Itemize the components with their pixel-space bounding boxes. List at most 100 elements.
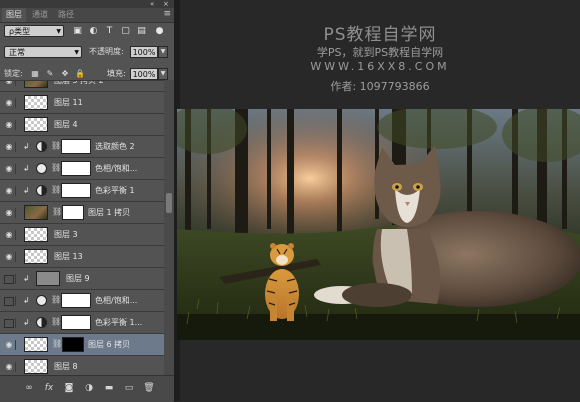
visibility-hidden-icon[interactable] [3, 274, 16, 284]
layer-thumbnail[interactable] [24, 337, 48, 352]
layer-thumbnail[interactable] [24, 117, 48, 132]
shape-filter-icon[interactable]: ▢ [120, 26, 131, 37]
scrollbar-thumb[interactable] [166, 193, 172, 213]
layer-name[interactable]: 图层 13 [54, 251, 83, 262]
layer-thumbnail[interactable] [24, 227, 48, 242]
mask-link-icon[interactable]: ⛓ [51, 295, 61, 304]
layer-row[interactable]: ◉ ⛓ 图层 6 拷贝 [0, 334, 164, 356]
lock-transparent-icon[interactable]: ▦ [30, 69, 40, 79]
layer-name[interactable]: 色相/饱和... [95, 295, 137, 306]
visibility-eye-icon[interactable]: ◉ [3, 142, 16, 152]
visibility-eye-icon[interactable]: ◉ [3, 340, 16, 350]
layer-row[interactable]: ↲ ⛓ 色彩平衡 1... [0, 312, 164, 334]
layer-row[interactable]: ◉ 图层 4 [0, 114, 164, 136]
visibility-eye-icon[interactable]: ◉ [3, 120, 16, 130]
layer-row[interactable]: ◉ 图层 5 拷贝 2 [0, 81, 164, 92]
collapse-icon[interactable]: « [150, 0, 154, 8]
smart-object-filter-icon[interactable]: ▤ [136, 26, 147, 37]
layer-thumbnail[interactable] [24, 81, 48, 88]
visibility-eye-icon[interactable]: ◉ [3, 252, 16, 262]
filter-toggle-icon[interactable]: ● [154, 26, 165, 37]
layer-name[interactable]: 图层 8 [54, 361, 78, 372]
lock-position-icon[interactable]: ✥ [60, 69, 70, 79]
layer-row[interactable]: ◉ ↲ ⛓ 色相/饱和... [0, 158, 164, 180]
layer-name[interactable]: 图层 4 [54, 119, 78, 130]
visibility-eye-icon[interactable]: ◉ [3, 186, 16, 196]
layer-name[interactable]: 色彩平衡 1 [95, 185, 135, 196]
layer-row[interactable]: ◉ ↲ ⛓ 色彩平衡 1 [0, 180, 164, 202]
layer-name[interactable]: 选取颜色 2 [95, 141, 135, 152]
mask-link-icon[interactable]: ⛓ [51, 317, 61, 326]
layer-mask-thumbnail[interactable] [62, 205, 84, 220]
add-mask-icon[interactable]: ◙ [62, 382, 76, 394]
panel-bottom-toolbar: ∞ fx ◙ ◑ ▬ ▭ 🗑 [0, 375, 174, 402]
pixel-filter-icon[interactable]: ▣ [72, 26, 83, 37]
layer-name[interactable]: 色相/饱和... [95, 163, 137, 174]
panel-menu-icon[interactable]: ≡ [163, 9, 171, 19]
layer-thumbnail[interactable] [24, 249, 48, 264]
layer-row[interactable]: ◉ 图层 8 [0, 356, 164, 376]
mask-link-icon[interactable]: ⛓ [51, 185, 61, 194]
layer-name[interactable]: 图层 11 [54, 97, 83, 108]
opacity-slider-button[interactable]: ▼ [158, 46, 168, 58]
tab-channels[interactable]: 通道 [28, 8, 52, 22]
layer-thumbnail[interactable] [36, 271, 60, 286]
visibility-eye-icon[interactable]: ◉ [3, 208, 16, 218]
layer-name[interactable]: 图层 3 [54, 229, 78, 240]
layer-row[interactable]: ◉ ⛓ 图层 1 拷贝 [0, 202, 164, 224]
adjustment-filter-icon[interactable]: ◐ [88, 26, 99, 37]
lock-all-icon[interactable]: 🔒 [75, 69, 85, 79]
layer-thumbnail[interactable] [24, 205, 48, 220]
layer-name[interactable]: 色彩平衡 1... [95, 317, 142, 328]
adjustment-layer-icon[interactable]: ◑ [82, 382, 96, 394]
layer-name[interactable]: 图层 6 拷贝 [88, 339, 130, 350]
layer-list: ◉ 图层 5 拷贝 2 ◉ 图层 11 ◉ 图层 4 ◉ ↲ ⛓ 选取颜色 2 ◉ ↲ ⛓ 色相/饱和..… [0, 80, 164, 376]
mask-link-icon[interactable]: ⛓ [51, 163, 61, 172]
layer-thumbnail[interactable] [24, 95, 48, 110]
layer-mask-thumbnail[interactable] [61, 315, 91, 330]
type-filter-icon[interactable]: T [104, 26, 115, 37]
clipping-arrow-icon: ↲ [23, 164, 30, 173]
tab-layers[interactable]: 图层 [2, 8, 26, 22]
new-layer-icon[interactable]: ▭ [122, 382, 136, 394]
layer-row[interactable]: ◉ 图层 11 [0, 92, 164, 114]
layer-mask-thumbnail[interactable] [61, 161, 91, 176]
layer-row[interactable]: ↲ ⛓ 色相/饱和... [0, 290, 164, 312]
layer-mask-thumbnail[interactable] [61, 293, 91, 308]
visibility-eye-icon[interactable]: ◉ [3, 164, 16, 174]
trash-icon[interactable]: 🗑 [142, 382, 156, 394]
link-layers-icon[interactable]: ∞ [22, 382, 36, 394]
close-icon[interactable]: × [163, 0, 169, 8]
fx-icon[interactable]: fx [42, 382, 56, 394]
layer-list-scrollbar[interactable] [164, 80, 174, 375]
visibility-eye-icon[interactable]: ◉ [3, 81, 16, 86]
mask-link-icon[interactable]: ⛓ [52, 339, 62, 348]
opacity-input[interactable]: 100% [130, 46, 158, 58]
visibility-eye-icon[interactable]: ◉ [3, 230, 16, 240]
layer-mask-thumbnail[interactable] [61, 139, 91, 154]
layer-row[interactable]: ↲ 图层 9 [0, 268, 164, 290]
layer-row[interactable]: ◉ ↲ ⛓ 选取颜色 2 [0, 136, 164, 158]
layer-name[interactable]: 图层 5 拷贝 2 [54, 81, 104, 86]
visibility-hidden-icon[interactable] [3, 318, 16, 328]
mask-link-icon[interactable]: ⛓ [52, 207, 62, 216]
visibility-hidden-icon[interactable] [3, 296, 16, 306]
layer-row[interactable]: ◉ 图层 3 [0, 224, 164, 246]
layer-mask-thumbnail[interactable] [61, 183, 91, 198]
new-group-icon[interactable]: ▬ [102, 382, 116, 394]
layer-thumbnail[interactable] [24, 359, 48, 374]
layer-mask-thumbnail[interactable] [62, 337, 84, 352]
layer-name[interactable]: 图层 1 拷贝 [88, 207, 130, 218]
fill-slider-button[interactable]: ▼ [158, 68, 168, 80]
blend-mode-select[interactable]: 正常 ▼ [4, 46, 82, 58]
tab-paths[interactable]: 路径 [54, 8, 78, 22]
layer-name[interactable]: 图层 9 [66, 273, 90, 284]
visibility-eye-icon[interactable]: ◉ [3, 362, 16, 372]
mask-link-icon[interactable]: ⛓ [51, 141, 61, 150]
fill-input[interactable]: 100% [130, 68, 158, 80]
layer-filter-select[interactable]: ρ类型 ▼ [4, 25, 64, 37]
document-canvas[interactable] [177, 109, 580, 340]
layer-row[interactable]: ◉ 图层 13 [0, 246, 164, 268]
lock-paint-icon[interactable]: ✎ [45, 69, 55, 79]
visibility-eye-icon[interactable]: ◉ [3, 98, 16, 108]
